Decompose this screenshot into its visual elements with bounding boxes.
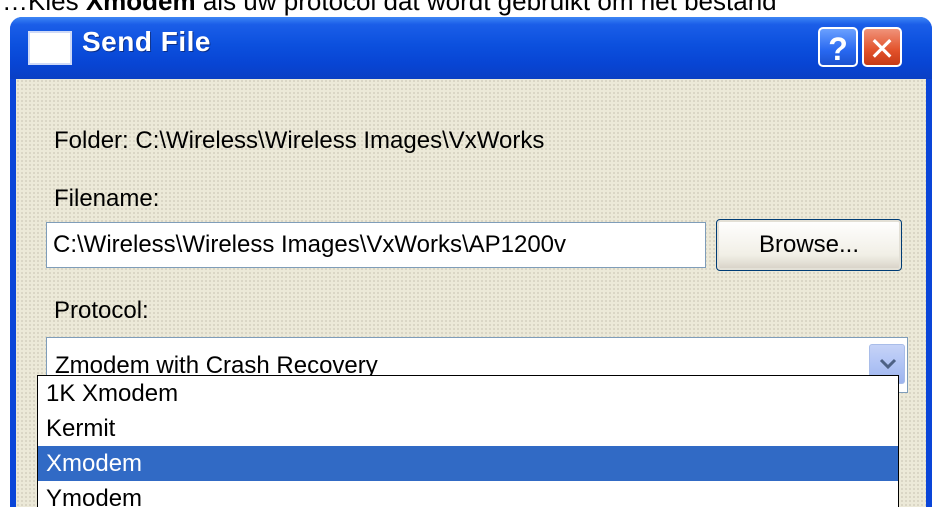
filename-label: Filename:: [54, 185, 160, 212]
filename-input[interactable]: C:\Wireless\Wireless Images\VxWorks\AP12…: [46, 222, 706, 268]
protocol-label: Protocol:: [54, 297, 149, 324]
title-bar[interactable]: Send File ? ✕: [10, 17, 932, 79]
instruction-caption: …Kies Xmodem als uw protocol dat wordt g…: [0, 0, 934, 16]
caption-text-bold: Xmodem: [85, 0, 196, 16]
window-icon: [28, 31, 72, 65]
chevron-down-icon: [879, 358, 897, 370]
browse-button[interactable]: Browse...: [716, 219, 902, 271]
close-button[interactable]: ✕: [862, 27, 902, 67]
help-button[interactable]: ?: [818, 27, 858, 67]
protocol-option-kermit[interactable]: Kermit: [38, 411, 898, 446]
caption-text-before: …Kies: [2, 0, 86, 16]
protocol-dropdown-list[interactable]: 1K Xmodem Kermit Xmodem Ymodem: [37, 375, 899, 507]
protocol-option-1k-xmodem[interactable]: 1K Xmodem: [38, 376, 898, 411]
folder-label: Folder: C:\Wireless\Wireless Images\VxWo…: [54, 127, 545, 154]
caption-text-after: als uw protocol dat wordt gebruikt om he…: [195, 0, 777, 16]
protocol-option-ymodem[interactable]: Ymodem: [38, 481, 898, 507]
screenshot: …Kies Xmodem als uw protocol dat wordt g…: [0, 0, 934, 507]
window-title: Send File: [82, 26, 211, 57]
protocol-option-xmodem[interactable]: Xmodem: [38, 446, 898, 481]
